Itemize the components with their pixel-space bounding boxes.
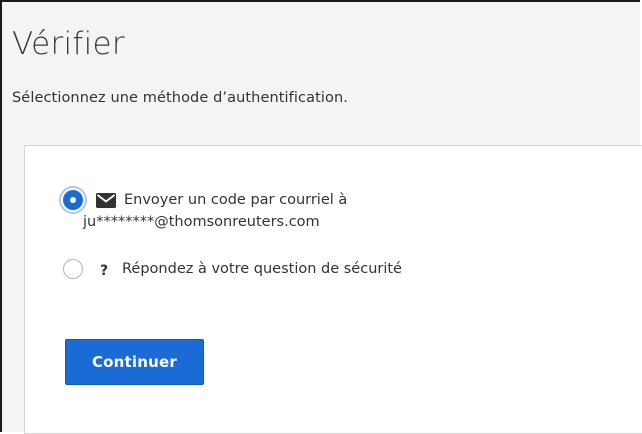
mail-icon — [96, 193, 116, 208]
verify-header: Vérifier Sélectionnez une méthode d’auth… — [2, 2, 640, 145]
email-option-label[interactable]: Envoyer un code par courriel à ju*******… — [83, 189, 348, 233]
question-icon: ? — [99, 263, 109, 279]
page-subtitle: Sélectionnez une méthode d’authentificat… — [12, 90, 348, 106]
page-title: Vérifier — [12, 26, 125, 62]
email-option-line1: Envoyer un code par courriel à — [124, 192, 348, 208]
email-option-address: ju********@thomsonreuters.com — [83, 214, 320, 230]
page-frame: Vérifier Sélectionnez une méthode d’auth… — [0, 0, 642, 434]
email-radio[interactable] — [63, 190, 83, 210]
auth-option-email[interactable]: Envoyer un code par courriel à ju*******… — [63, 190, 347, 233]
auth-methods-panel: Envoyer un code par courriel à ju*******… — [24, 145, 642, 434]
security-question-radio[interactable] — [63, 259, 83, 279]
auth-option-security-question[interactable]: ? Répondez à votre question de sécurité — [63, 259, 402, 280]
continue-button[interactable]: Continuer — [65, 339, 204, 385]
security-question-label[interactable]: Répondez à votre question de sécurité — [122, 258, 402, 280]
